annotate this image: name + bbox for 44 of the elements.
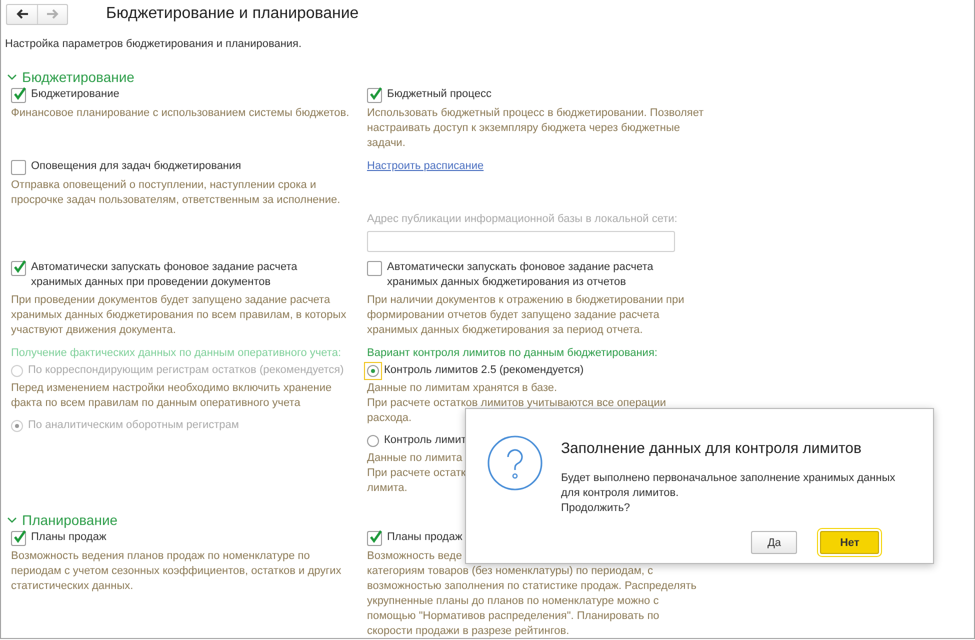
back-arrow-icon: [16, 9, 28, 19]
checkbox-label[interactable]: Автоматически запускать фоновое задание расчета хранимых данных при проведении документов: [31, 260, 298, 290]
description-text: Данные по лимитам хранятся в базе. При расчете остатков лимитов учитываются все операции расхода.: [367, 381, 666, 426]
checkbox-label[interactable]: Бюджетный процесс: [387, 87, 492, 102]
field-label: Адрес публикации информационной базы в локальной сети:: [367, 212, 678, 227]
radio-button[interactable]: [367, 364, 379, 376]
window-title: Бюджетирование и планирование: [106, 5, 359, 23]
checkbox[interactable]: [11, 531, 26, 546]
description-text: Финансовое планирование с использованием системы бюджетов.: [11, 106, 350, 121]
question-icon: [487, 435, 543, 491]
description-text: При проведении документов будет запущено задание расчета хранимых данных бюджетирования по всем правилам, в которых участвуют движения документа.: [11, 293, 346, 338]
checkbox[interactable]: [11, 160, 26, 175]
radio-label[interactable]: Контроль лимит: [384, 433, 466, 448]
description-text: Данные по лимита При расчете остатк лимита.: [367, 451, 466, 496]
checkbox[interactable]: [367, 531, 382, 546]
description-text: Возможность веде категориям товаров (без номенклатуры) по периодам, с возможностью заполнения по статистике продаж. Распределять укрупненные планы до планов по номенклатуре можно с помощью "Нормативов распределения". Планировать по скорости продажи в разрезе рейтингов.: [367, 549, 696, 638]
schedule-link[interactable]: Настроить расписание: [367, 159, 484, 174]
checkbox[interactable]: [367, 88, 382, 103]
checkbox-label[interactable]: Оповещения для задач бюджетирования: [31, 159, 242, 174]
dialog-title: Заполнение данных для контроля лимитов: [561, 440, 862, 457]
description-text: Отправка оповещений о поступлении, наступлении срока и просрочке задач пользователям, ответственным за исполнение.: [11, 178, 340, 208]
checkbox-label[interactable]: Бюджетирование: [31, 87, 120, 102]
description-text: Использовать бюджетный процесс в бюджетировании. Позволяет настраивать доступ к экземпляру бюджета через бюджетные задачи.: [367, 106, 704, 151]
radio-label[interactable]: Контроль лимитов 2.5 (рекомендуется): [384, 363, 584, 378]
description-text: При наличии документов к отражению в бюджетировании при формировании отчетов будет запущено задание расчета хранимых данных бюджетирования за период отчета.: [367, 293, 684, 338]
checkbox[interactable]: [11, 261, 26, 276]
checkbox-label[interactable]: Планы продаж: [387, 530, 462, 545]
forward-arrow-icon: [46, 9, 58, 19]
description-text: Перед изменением настройки необходимо включить хранение факта по всем правилам по данным оперативного учета: [11, 381, 332, 411]
dialog-button[interactable]: Да: [751, 531, 798, 554]
dialog-message: Будет выполнено первоначальное заполнение хранимых данных для контроля лимитов. Продолжить?: [561, 471, 896, 516]
address-field[interactable]: [367, 231, 675, 252]
checkbox[interactable]: [11, 88, 26, 103]
checkbox-label[interactable]: Автоматически запускать фоновое задание расчета хранимых данных бюджетирования из отчетов: [387, 260, 654, 290]
description-text: Возможность ведения планов продаж по номенклатуре по периодам с учетом сезонных коэффициентов, остатков и других статистических данных.: [11, 549, 342, 594]
checkbox[interactable]: [367, 261, 382, 276]
radio-button[interactable]: [367, 434, 379, 446]
chevron-icon: [7, 516, 17, 524]
chevron-icon: [7, 74, 17, 80]
checkbox-label[interactable]: Планы продаж: [31, 530, 106, 545]
group-label: Вариант контроля лимитов по данным бюджетирования:: [367, 346, 658, 361]
page-description: Настройка параметров бюджетирования и планирования.: [5, 38, 303, 50]
group-label: Получение фактических данных по данным оперативного учета:: [11, 346, 341, 361]
default-button[interactable]: Нет: [820, 531, 880, 554]
